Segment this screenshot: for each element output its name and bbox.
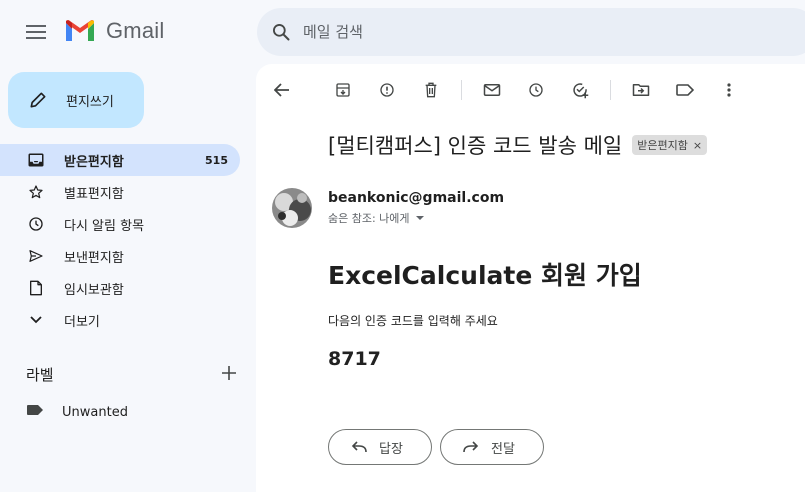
archive-button[interactable] <box>329 76 357 104</box>
compose-label: 편지쓰기 <box>66 94 114 110</box>
sidebar-item-starred[interactable]: 별표편지함 <box>0 176 240 208</box>
folder-chip[interactable]: 받은편지함 × <box>632 135 708 155</box>
forward-icon <box>463 441 479 453</box>
remove-label-button[interactable]: × <box>693 139 702 152</box>
sidebar-item-label: 받은편지함 <box>64 154 124 170</box>
hamburger-icon <box>26 25 46 39</box>
draft-icon <box>26 278 46 298</box>
trash-icon <box>425 82 437 98</box>
reply-icon <box>351 441 367 453</box>
label-item-unwanted[interactable]: Unwanted <box>26 404 128 420</box>
label-button[interactable] <box>671 76 699 104</box>
sidebar-item-sent[interactable]: 보낸편지함 <box>0 240 240 272</box>
gmail-m-icon <box>66 20 94 41</box>
label-icon <box>676 84 694 96</box>
reply-button[interactable]: 답장 <box>328 429 432 465</box>
labels-heading: 라벨 <box>26 366 54 384</box>
sidebar-item-label: 별표편지함 <box>64 186 124 202</box>
search-bar[interactable] <box>257 8 805 56</box>
sidebar-item-label: 보낸편지함 <box>64 250 124 266</box>
add-task-icon <box>573 83 589 99</box>
label-name: Unwanted <box>62 404 128 420</box>
search-input[interactable] <box>303 23 703 41</box>
add-task-button[interactable] <box>566 76 594 104</box>
sidebar-item-more[interactable]: 더보기 <box>0 304 240 336</box>
sidebar-item-label: 더보기 <box>64 314 100 330</box>
sidebar-item-snoozed[interactable]: 다시 알림 항목 <box>0 208 240 240</box>
star-icon <box>26 182 46 202</box>
inbox-icon <box>26 150 46 170</box>
forward-button[interactable]: 전달 <box>440 429 544 465</box>
back-button[interactable] <box>268 76 296 104</box>
search-icon[interactable] <box>271 22 291 42</box>
plus-icon <box>222 365 236 380</box>
caret-down-icon <box>415 216 424 220</box>
recipients-text: 숨은 참조: 나에게 <box>328 212 410 225</box>
folder-move-icon <box>632 84 650 96</box>
unread-count: 515 <box>205 153 228 167</box>
more-options-button[interactable] <box>715 76 743 104</box>
forward-label: 전달 <box>491 441 515 457</box>
arrow-left-icon <box>274 83 289 97</box>
folder-chip-label: 받은편지함 <box>637 139 688 152</box>
reply-label: 답장 <box>379 441 403 457</box>
sidebar-item-label: 임시보관함 <box>64 282 124 298</box>
toolbar-divider <box>461 80 462 100</box>
report-spam-button[interactable] <box>373 76 401 104</box>
delete-button[interactable] <box>417 76 445 104</box>
clock-icon <box>26 214 46 234</box>
label-icon <box>26 404 44 420</box>
send-icon <box>26 246 46 266</box>
mark-unread-button[interactable] <box>478 76 506 104</box>
main-menu-button[interactable] <box>20 16 52 48</box>
email-subject: [멀티캠퍼스] 인증 코드 발송 메일 <box>328 134 623 158</box>
app-name: Gmail <box>106 18 165 43</box>
email-subject-row: [멀티캠퍼스] 인증 코드 발송 메일 받은편지함 × <box>328 130 708 160</box>
email-body-title: ExcelCalculate 회원 가입 <box>328 261 642 290</box>
add-label-button[interactable] <box>222 365 236 384</box>
sidebar-item-drafts[interactable]: 임시보관함 <box>0 272 240 304</box>
more-vertical-icon <box>727 83 731 97</box>
gmail-logo[interactable]: Gmail <box>64 18 164 44</box>
email-toolbar <box>268 76 759 104</box>
chevron-down-icon <box>26 310 46 330</box>
sender-email: beankonic@gmail.com <box>328 190 505 206</box>
avatar[interactable] <box>272 188 312 228</box>
sidebar-item-inbox[interactable]: 받은편지함 515 <box>0 144 240 176</box>
email-body-message: 다음의 인증 코드를 입력해 주세요 <box>328 314 498 328</box>
email-view: [멀티캠퍼스] 인증 코드 발송 메일 받은편지함 × beankonic@gm… <box>256 64 805 492</box>
compose-button[interactable]: 편지쓰기 <box>8 72 144 128</box>
mail-icon <box>483 84 501 96</box>
report-icon <box>380 83 394 97</box>
move-to-button[interactable] <box>627 76 655 104</box>
clock-icon <box>529 83 543 97</box>
snooze-button[interactable] <box>522 76 550 104</box>
sidebar-item-label: 다시 알림 항목 <box>64 218 145 234</box>
pencil-icon <box>30 92 46 108</box>
archive-icon <box>336 83 350 97</box>
sidebar-nav: 받은편지함 515 별표편지함 다시 알림 항목 보낸편지함 임시보관함 더보기 <box>0 144 240 336</box>
labels-header: 라벨 <box>26 364 236 385</box>
verification-code: 8717 <box>328 348 381 370</box>
recipients-details[interactable]: 숨은 참조: 나에게 <box>328 210 425 226</box>
toolbar-divider <box>610 80 611 100</box>
